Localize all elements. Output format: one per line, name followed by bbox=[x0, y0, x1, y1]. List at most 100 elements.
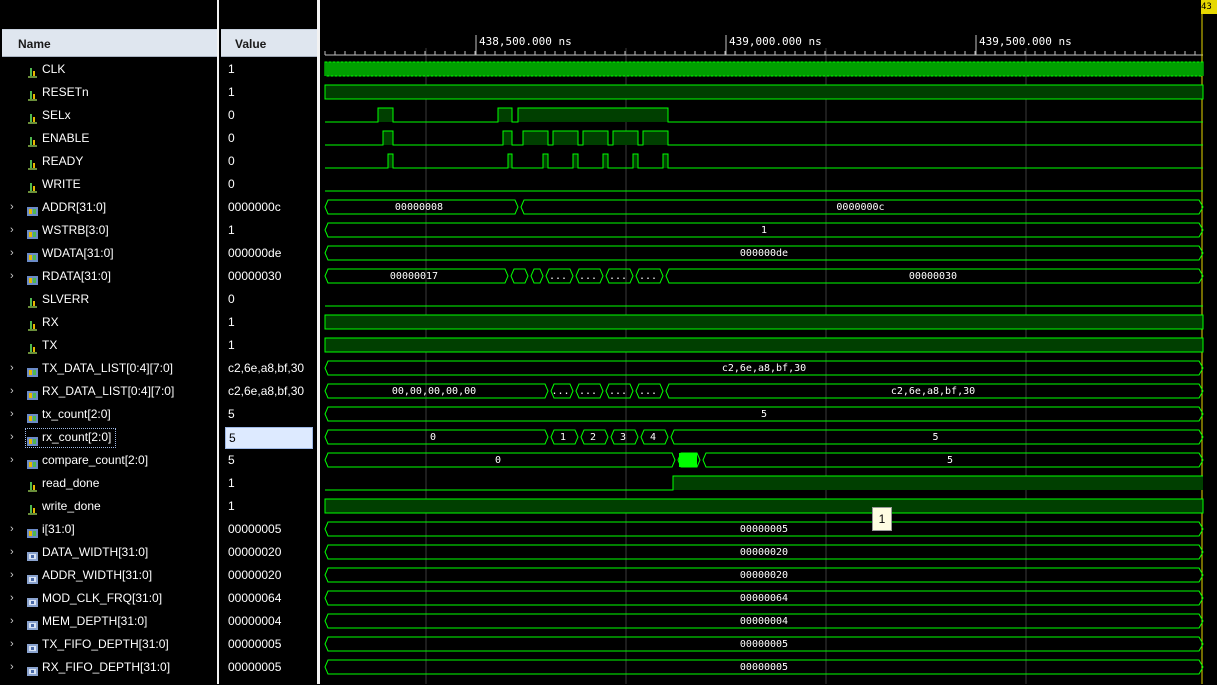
signal-value[interactable]: 1 bbox=[228, 219, 316, 242]
bus-segment bbox=[510, 268, 529, 284]
signal-row-name[interactable]: › rx_count[2:0] bbox=[0, 426, 217, 449]
expand-chevron-icon[interactable]: › bbox=[10, 610, 20, 633]
signal-value[interactable]: 1 bbox=[228, 472, 316, 495]
signal-value[interactable]: 00000030 bbox=[228, 265, 316, 288]
signal-row-name[interactable]: › tx_count[2:0] bbox=[0, 403, 217, 426]
value-column-header[interactable]: Value bbox=[221, 29, 317, 57]
signal-name-label: read_done bbox=[42, 476, 100, 490]
signal-value[interactable]: 5 bbox=[228, 403, 316, 426]
high-level-wave bbox=[324, 314, 1204, 330]
bus-value-label: 5 bbox=[947, 455, 953, 466]
signal-value[interactable]: 00000020 bbox=[228, 564, 316, 587]
signal-value[interactable]: c2,6e,a8,bf,30 bbox=[228, 380, 316, 403]
signal-value[interactable]: 0 bbox=[228, 127, 316, 150]
signal-value[interactable]: 1 bbox=[228, 81, 316, 104]
signal-row-name[interactable]: › MOD_CLK_FRQ[31:0] bbox=[0, 587, 217, 610]
signal-name-label: SLVERR bbox=[42, 292, 90, 306]
cursor-time-tag[interactable]: 43 bbox=[1201, 0, 1217, 14]
signal-row-name[interactable]: › compare_count[2:0] bbox=[0, 449, 217, 472]
signal-value[interactable]: c2,6e,a8,bf,30 bbox=[228, 357, 316, 380]
signal-value[interactable]: 00000064 bbox=[228, 587, 316, 610]
signal-row-name[interactable]: › MEM_DEPTH[31:0] bbox=[0, 610, 217, 633]
selection-focus-outline bbox=[25, 428, 116, 448]
bit-signal-icon bbox=[27, 156, 38, 170]
signal-name-label: WSTRB[3:0] bbox=[42, 223, 109, 237]
expand-chevron-icon[interactable]: › bbox=[10, 449, 20, 472]
signal-row-name[interactable]: › RDATA[31:0] bbox=[0, 265, 217, 288]
signal-row-name[interactable]: SELx bbox=[0, 104, 217, 127]
signal-value[interactable]: 00000005 bbox=[228, 633, 316, 656]
signal-row-name[interactable]: › DATA_WIDTH[31:0] bbox=[0, 541, 217, 564]
signal-row-name[interactable]: › RX_FIFO_DEPTH[31:0] bbox=[0, 656, 217, 679]
pulse-fill bbox=[388, 154, 393, 168]
expand-chevron-icon[interactable]: › bbox=[10, 403, 20, 426]
expand-chevron-icon[interactable]: › bbox=[10, 265, 20, 288]
value-tooltip: 1 bbox=[872, 507, 892, 531]
bus-signal-icon bbox=[27, 225, 38, 239]
signal-row-name[interactable]: › TX_DATA_LIST[0:4][7:0] bbox=[0, 357, 217, 380]
expand-chevron-icon[interactable]: › bbox=[10, 380, 20, 403]
expand-chevron-icon[interactable]: › bbox=[10, 564, 20, 587]
bus-signal-icon bbox=[27, 409, 38, 423]
bus-value-label: 1 bbox=[560, 432, 566, 443]
expand-chevron-icon[interactable]: › bbox=[10, 426, 20, 449]
expand-chevron-icon[interactable]: › bbox=[10, 656, 20, 679]
waveform-canvas[interactable]: 438,500.000 ns 439,000.000 ns 439,500.000 … bbox=[320, 0, 1217, 684]
signal-value[interactable]: 1 bbox=[228, 334, 316, 357]
signal-value[interactable]: 0 bbox=[228, 173, 316, 196]
signal-value[interactable]: 1 bbox=[228, 58, 316, 81]
signal-value[interactable]: 00000020 bbox=[228, 541, 316, 564]
expand-chevron-icon[interactable]: › bbox=[10, 357, 20, 380]
signal-value[interactable]: 00000005 bbox=[228, 518, 316, 541]
pulse-fill bbox=[613, 131, 638, 145]
signal-row-name[interactable]: write_done bbox=[0, 495, 217, 518]
expand-chevron-icon[interactable]: › bbox=[10, 633, 20, 656]
signal-row-name[interactable]: › RX_DATA_LIST[0:4][7:0] bbox=[0, 380, 217, 403]
signal-row-name[interactable]: read_done bbox=[0, 472, 217, 495]
signal-row-name[interactable]: RESETn bbox=[0, 81, 217, 104]
bus-value-label: 1 bbox=[761, 225, 767, 236]
signal-row-name[interactable]: SLVERR bbox=[0, 288, 217, 311]
pulse-fill bbox=[508, 154, 512, 168]
signal-row-name[interactable]: CLK bbox=[0, 58, 217, 81]
bus-value-label: 00000004 bbox=[740, 616, 788, 627]
signal-value[interactable]: 000000de bbox=[228, 242, 316, 265]
signal-row-name[interactable]: › i[31:0] bbox=[0, 518, 217, 541]
expand-chevron-icon[interactable]: › bbox=[10, 219, 20, 242]
signal-value[interactable]: 00000004 bbox=[228, 610, 316, 633]
signal-row-name[interactable]: › WSTRB[3:0] bbox=[0, 219, 217, 242]
name-column-header[interactable]: Name bbox=[2, 29, 217, 57]
signal-row-name[interactable]: › ADDR[31:0] bbox=[0, 196, 217, 219]
signal-value[interactable]: 1 bbox=[228, 311, 316, 334]
signal-value[interactable]: 1 bbox=[228, 495, 316, 518]
signal-value[interactable]: 0 bbox=[228, 288, 316, 311]
bus-value-label: ... bbox=[579, 386, 597, 397]
expand-chevron-icon[interactable]: › bbox=[10, 541, 20, 564]
signal-row-name[interactable]: RX bbox=[0, 311, 217, 334]
signal-value[interactable]: 0 bbox=[228, 104, 316, 127]
bus-signal-icon bbox=[27, 271, 38, 285]
signal-value[interactable]: 00000005 bbox=[228, 656, 316, 679]
signal-name-label: tx_count[2:0] bbox=[42, 407, 111, 421]
param-signal-icon bbox=[27, 570, 38, 584]
ruler-tick-label: 439,000.000 ns bbox=[729, 35, 822, 48]
bit-signal-icon bbox=[27, 340, 38, 354]
expand-chevron-icon[interactable]: › bbox=[10, 242, 20, 265]
signal-value[interactable]: 0 bbox=[228, 150, 316, 173]
signal-row-name[interactable]: ENABLE bbox=[0, 127, 217, 150]
signal-row-name[interactable]: › TX_FIFO_DEPTH[31:0] bbox=[0, 633, 217, 656]
signal-row-name[interactable]: › ADDR_WIDTH[31:0] bbox=[0, 564, 217, 587]
signal-row-name[interactable]: › WDATA[31:0] bbox=[0, 242, 217, 265]
bus-value-label: ... bbox=[609, 386, 627, 397]
expand-chevron-icon[interactable]: › bbox=[10, 196, 20, 219]
signal-row-name[interactable]: WRITE bbox=[0, 173, 217, 196]
signal-value[interactable]: 5 bbox=[228, 449, 316, 472]
signal-value[interactable]: 0000000c bbox=[228, 196, 316, 219]
signal-value[interactable]: 5 bbox=[225, 427, 313, 449]
expand-chevron-icon[interactable]: › bbox=[10, 587, 20, 610]
expand-chevron-icon[interactable]: › bbox=[10, 518, 20, 541]
signal-row-name[interactable]: READY bbox=[0, 150, 217, 173]
step-fill bbox=[673, 476, 1203, 490]
param-signal-icon bbox=[27, 547, 38, 561]
signal-row-name[interactable]: TX bbox=[0, 334, 217, 357]
